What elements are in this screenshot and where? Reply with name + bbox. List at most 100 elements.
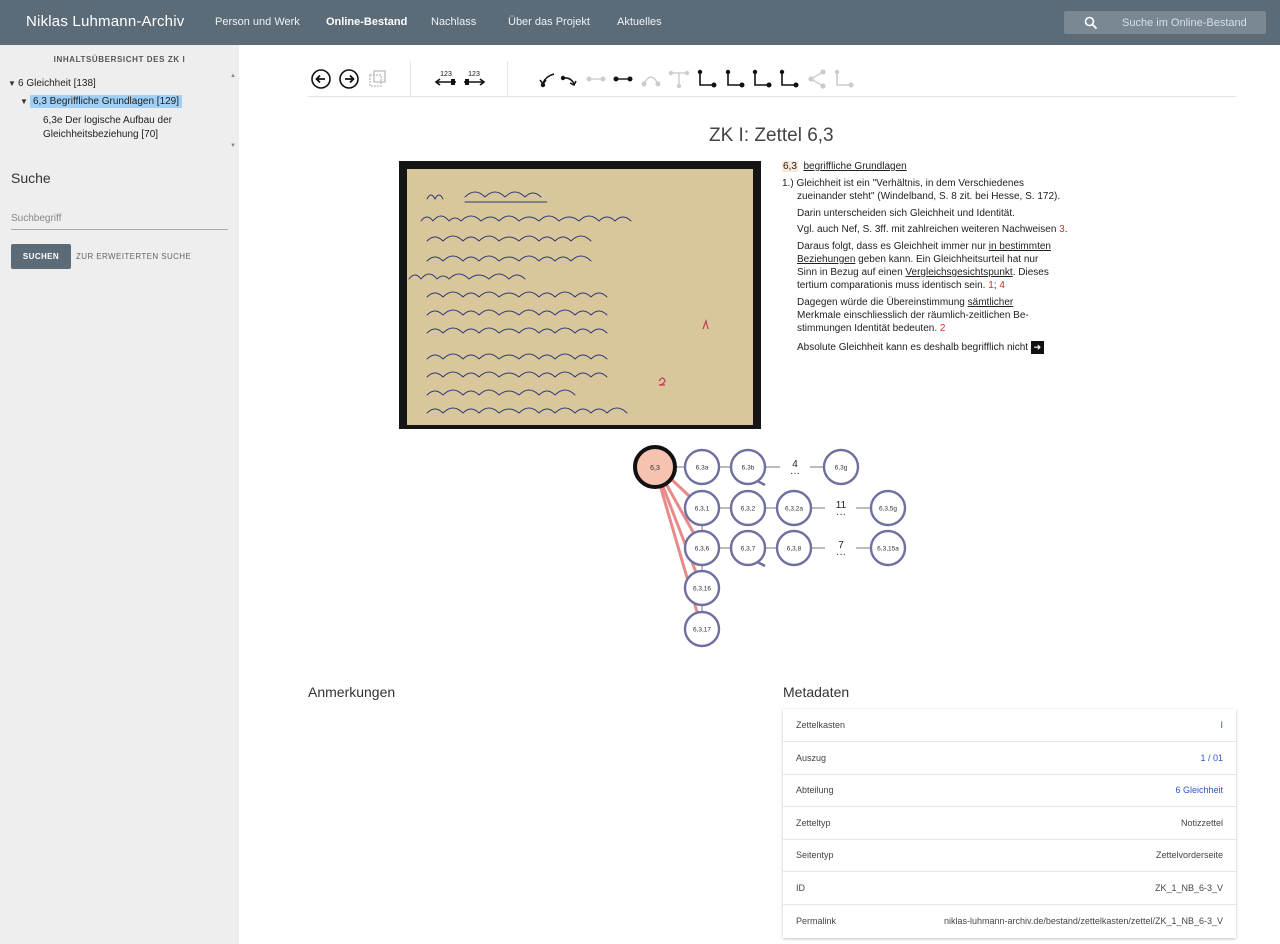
graph-node[interactable]: 6,3a <box>683 448 721 486</box>
tree-item-label: 6,3e Der logische Aufbau der <box>43 115 172 126</box>
link-arc-icon[interactable] <box>640 68 662 90</box>
tree-item-logischer-aufbau[interactable]: 6,3e Der logische Aufbau der Gleichheits… <box>43 114 172 142</box>
graph-node[interactable]: 6,3,7 <box>729 529 767 567</box>
link-prev-icon[interactable] <box>585 68 607 90</box>
share-icon[interactable] <box>806 68 828 90</box>
metadata-key: Zetteltyp <box>796 818 831 828</box>
graph-node[interactable]: 6,3,2a <box>775 489 813 527</box>
link-out-icon[interactable] <box>558 68 580 90</box>
link-down-icon[interactable] <box>696 68 718 90</box>
link-down-icon[interactable] <box>833 68 855 90</box>
sidebar-search-input[interactable]: Suchbegriff <box>11 211 228 230</box>
back-arrow-icon[interactable] <box>310 68 332 90</box>
number-right-icon[interactable]: 123 <box>462 68 486 90</box>
expand-caret-icon[interactable]: ▼ <box>8 79 18 88</box>
nav-ueber-das-projekt[interactable]: Über das Projekt <box>508 16 590 28</box>
transcript-line: zueinander steht" (Windelband, S. 8 zit.… <box>797 191 1061 202</box>
toc-title: INHALTSÜBERSICHT DES ZK I <box>53 55 186 64</box>
note-title: ZK I: Zettel 6,3 <box>709 125 834 146</box>
metadata-key: Abteilung <box>796 785 834 795</box>
graph-node[interactable]: 6,3g <box>822 448 860 486</box>
metadata-table: Zettelkasten I Auszug 1 / 01 Abteilung 6… <box>783 709 1236 938</box>
sidebar: INHALTSÜBERSICHT DES ZK I ▼ 6 Gleichheit … <box>0 45 239 944</box>
graph-node-label: 6,3,15a <box>877 546 899 553</box>
graph-node[interactable]: 6,3,6 <box>683 529 721 567</box>
tree-item-label-cont: Gleichheitsbeziehung [70] <box>43 129 159 140</box>
transcript-line: Merkmale einschliesslich der räumlich-ze… <box>797 310 1029 321</box>
metadata-key: Permalink <box>796 916 837 926</box>
search-button[interactable]: SUCHEN <box>11 244 71 269</box>
metadata-value-link[interactable]: 1 / 01 <box>1200 753 1223 763</box>
link-down-icon[interactable] <box>724 68 746 90</box>
underlined-text: sämtlicher <box>967 297 1014 308</box>
graph-node-label: 6,3b <box>742 465 755 472</box>
transcript-line: 1.) Gleichheit ist ein "Verhältnis, in d… <box>782 178 1025 189</box>
graph-node[interactable]: 6,3,8 <box>775 529 813 567</box>
forward-arrow-icon[interactable] <box>338 68 360 90</box>
underlined-text: Vergleichsgesichtspunkt <box>905 267 1013 278</box>
tree-item-gleichheit[interactable]: ▼ 6 Gleichheit [138] <box>8 78 96 89</box>
site-brand[interactable]: Niklas Luhmann-Archiv <box>26 13 184 30</box>
link-in-icon[interactable] <box>536 68 558 90</box>
metadata-value-link[interactable]: 6 Gleichheit <box>1175 785 1223 795</box>
graph-node[interactable]: 6,3,15a <box>869 529 907 567</box>
graph-node-label: 6,3a <box>696 465 709 472</box>
metadata-row: Auszug 1 / 01 <box>783 742 1236 775</box>
note-heading: begriffliche Grundlagen <box>803 161 907 172</box>
nav-aktuelles[interactable]: Aktuelles <box>617 16 662 28</box>
scroll-up-icon[interactable]: ▲ <box>230 73 236 79</box>
link-tree-icon[interactable] <box>668 68 690 90</box>
graph-node[interactable]: 6,3,17 <box>683 610 721 648</box>
index-card-image <box>407 169 753 425</box>
number-left-icon[interactable]: 123 <box>434 68 458 90</box>
nav-online-bestand[interactable]: Online-Bestand <box>326 16 407 28</box>
transcript-line: Darin unterscheiden sich Gleichheit und … <box>797 208 1015 219</box>
tree-item-label: 6 Gleichheit [138] <box>18 78 96 89</box>
global-search-placeholder: Suche im Online-Bestand <box>1122 17 1247 29</box>
nav-nachlass[interactable]: Nachlass <box>431 16 476 28</box>
svg-text:123: 123 <box>440 71 452 78</box>
toolbar-divider-line <box>308 96 1236 97</box>
transcript-line: Absolute Gleichheit kann es deshalb begr… <box>797 342 1029 354</box>
graph-node-label: 6,3,8 <box>787 546 802 553</box>
footnote-ref[interactable]: 4 <box>999 280 1005 291</box>
footnote-ref[interactable]: 2 <box>940 323 946 334</box>
global-search-input[interactable]: Suche im Online-Bestand <box>1064 11 1266 34</box>
metadata-row: ID ZK_1_NB_6-3_V <box>783 872 1236 905</box>
graph-node[interactable]: 6,3,5g <box>869 489 907 527</box>
scroll-down-icon[interactable]: ▼ <box>230 143 236 149</box>
transcript-line: . Dieses <box>1012 267 1049 278</box>
graph-node[interactable]: 6,3,1 <box>683 489 721 527</box>
nav-person-und-werk[interactable]: Person und Werk <box>215 16 300 28</box>
link-down-icon[interactable] <box>778 68 800 90</box>
metadata-value[interactable]: niklas-luhmann-archiv.de/bestand/zettelk… <box>944 916 1223 926</box>
graph-current-node[interactable]: 6,3 <box>633 445 677 489</box>
advanced-search-link[interactable]: ZUR ERWEITERTEN SUCHE <box>76 252 191 261</box>
note-scan-image[interactable] <box>399 161 761 429</box>
footnote-ref[interactable]: 3 <box>1059 224 1065 235</box>
footnote-ref[interactable]: 1 <box>988 280 994 291</box>
transcript-line: geben kann. Ein Gleichheitsurteil hat nu… <box>858 254 1039 265</box>
transcript-line: Dagegen würde die Übereinstimmung <box>797 297 965 308</box>
metadata-value-link[interactable]: I <box>1220 720 1223 730</box>
link-next-icon[interactable] <box>612 68 634 90</box>
transcript-line: Daraus folgt, dass es Gleichheit immer n… <box>797 241 986 252</box>
graph-gap-dots: ··· <box>790 468 800 479</box>
tree-item-begriffliche-grundlagen[interactable]: ▼ 6,3 Begriffliche Grundlagen [129] <box>20 95 183 108</box>
underlined-text: Beziehungen <box>797 254 856 265</box>
copy-icon[interactable] <box>366 68 388 90</box>
expand-caret-icon[interactable]: ▼ <box>20 97 30 106</box>
transcript-line: Sinn in Bezug auf einen <box>797 267 903 278</box>
metadata-row: Permalink niklas-luhmann-archiv.de/besta… <box>783 905 1236 938</box>
link-down-icon[interactable] <box>751 68 773 90</box>
top-navigation-bar: Niklas Luhmann-Archiv Person und Werk On… <box>0 0 1280 45</box>
graph-node-label: 6,3,2a <box>785 506 803 513</box>
graph-node-label: 6,3,1 <box>695 506 710 513</box>
metadata-row: Zettelkasten I <box>783 709 1236 742</box>
note-number: 6,3 <box>782 161 798 172</box>
graph-node[interactable]: 6,3,16 <box>683 569 721 607</box>
graph-node[interactable]: 6,3,2 <box>729 489 767 527</box>
graph-node[interactable]: 6,3b <box>729 448 767 486</box>
search-icon <box>1084 16 1098 30</box>
continue-arrow-icon[interactable]: ➜ <box>1030 341 1044 354</box>
